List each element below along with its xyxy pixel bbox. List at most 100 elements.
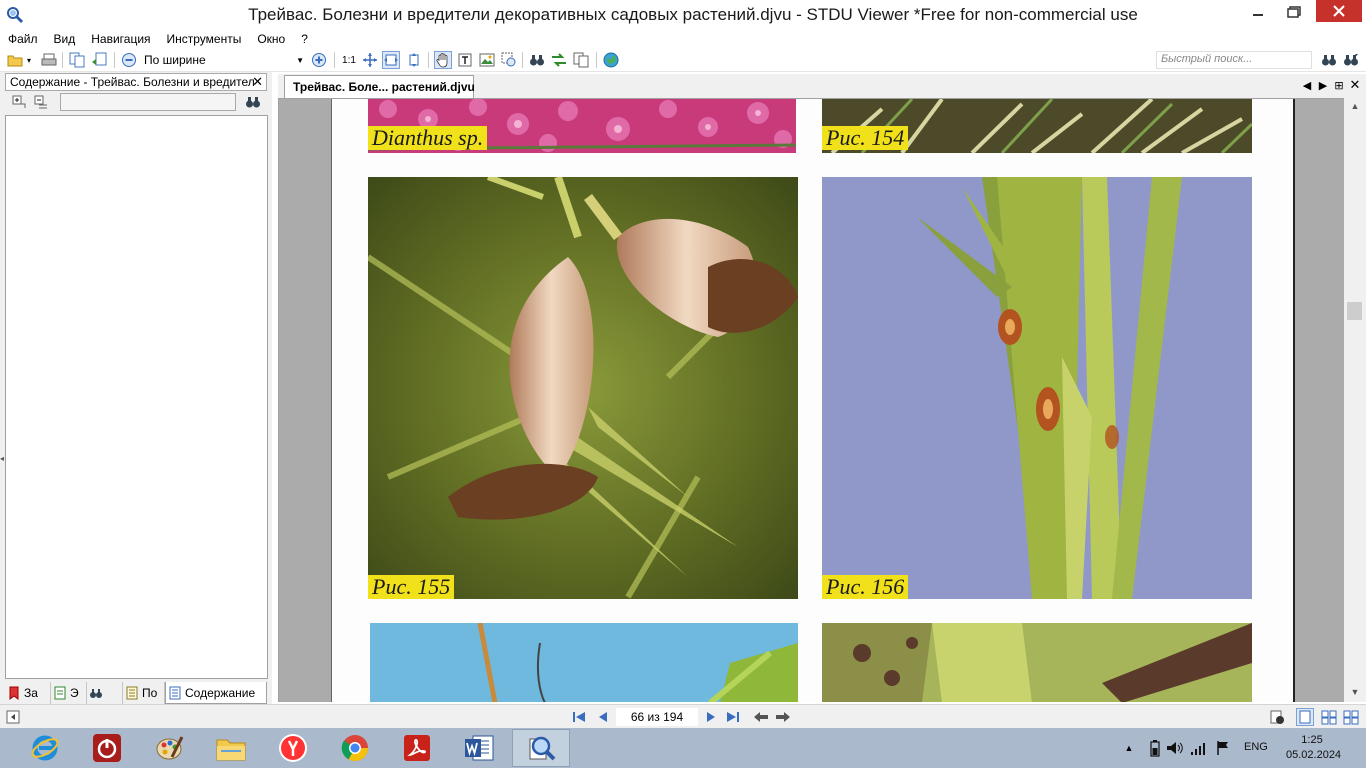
fit-height-icon[interactable]: [405, 51, 423, 69]
menu-window[interactable]: Окно: [249, 32, 293, 46]
tab-thumbnails[interactable]: Э: [51, 682, 87, 704]
two-page-icon[interactable]: [1320, 708, 1338, 726]
bookmark-icon: [7, 686, 21, 700]
network-signal-icon[interactable]: [1190, 739, 1208, 757]
internet-explorer-icon[interactable]: [16, 729, 74, 767]
expand-all-icon[interactable]: [10, 93, 28, 111]
file-explorer-icon[interactable]: [202, 729, 260, 767]
page-number-field[interactable]: 66 из 194: [616, 708, 698, 726]
chevron-down-icon: ▼: [296, 55, 304, 65]
action-center-flag-icon[interactable]: [1214, 739, 1232, 757]
title-bar: Трейвас. Болезни и вредители декоративны…: [0, 0, 1366, 30]
tab-scroll-left-icon[interactable]: ◀: [1300, 78, 1314, 92]
clock[interactable]: 1:25 05.02.2024: [1286, 733, 1342, 763]
previous-page-icon[interactable]: [594, 708, 612, 726]
contents-tree[interactable]: [5, 115, 268, 679]
close-icon[interactable]: ✕: [252, 74, 263, 90]
word-icon[interactable]: [450, 729, 508, 767]
scroll-down-icon[interactable]: ▼: [1347, 684, 1363, 700]
document-tab[interactable]: Трейвас. Боле... растений.djvu: [284, 75, 475, 99]
fit-page-icon[interactable]: [361, 51, 379, 69]
zoom-in-icon[interactable]: [310, 51, 328, 69]
power-icon[interactable]: [78, 729, 136, 767]
scroll-thumb[interactable]: [1347, 302, 1362, 320]
close-tab-icon[interactable]: ✕: [1348, 77, 1362, 92]
left-panel-tabs: За Э По Содержание: [5, 682, 267, 704]
find-next-icon[interactable]: [550, 51, 568, 69]
facing-pages-icon[interactable]: [1342, 708, 1360, 726]
tab-scroll-right-icon[interactable]: ▶: [1316, 78, 1330, 92]
zoom-select-value: По ширине: [144, 53, 206, 67]
search-icon[interactable]: [1320, 51, 1338, 69]
tab-pages[interactable]: По: [123, 682, 165, 704]
tab-bookmarks[interactable]: За: [5, 682, 51, 704]
back-icon[interactable]: [752, 708, 770, 726]
document-tab-strip: Трейвас. Боле... растений.djvu ◀ ▶ ⊞ ✕: [278, 74, 1366, 99]
tab-list-icon[interactable]: ⊞: [1332, 78, 1346, 92]
volume-icon[interactable]: [1166, 739, 1184, 757]
select-text-icon[interactable]: [456, 51, 474, 69]
collapse-all-icon[interactable]: [32, 93, 50, 111]
document-view[interactable]: Dianthus sp. Рис. 154 Рис. 155 Рис. 156: [278, 98, 1344, 702]
pdf-reader-icon[interactable]: [388, 729, 446, 767]
minimize-button[interactable]: [1240, 0, 1276, 24]
first-page-icon[interactable]: [570, 708, 588, 726]
battery-icon[interactable]: [1146, 739, 1164, 757]
menu-tools[interactable]: Инструменты: [159, 32, 250, 46]
actual-size-button[interactable]: 1:1: [339, 51, 359, 69]
contents-panel-title: Содержание - Трейвас. Болезни и вредител: [10, 75, 255, 89]
find-icon[interactable]: [528, 51, 546, 69]
quick-search-input[interactable]: Быстрый поиск...: [1156, 51, 1312, 69]
contents-search-input[interactable]: [60, 93, 236, 111]
copy-icon[interactable]: [572, 51, 590, 69]
export-page-icon[interactable]: [90, 51, 108, 69]
vertical-scrollbar[interactable]: ▲ ▼: [1344, 98, 1366, 702]
contents-icon: [168, 686, 182, 700]
yandex-browser-icon[interactable]: [264, 729, 322, 767]
menu-help[interactable]: ?: [293, 32, 316, 46]
continuous-mode-icon[interactable]: [1268, 708, 1286, 726]
copy-page-icon[interactable]: [68, 51, 86, 69]
fit-width-icon[interactable]: [382, 51, 400, 69]
search-options-icon[interactable]: [1342, 51, 1360, 69]
zoom-select[interactable]: По ширине ▼: [140, 51, 306, 69]
open-dropdown-icon[interactable]: ▾: [24, 51, 34, 69]
photo-fig-155: Рис. 155: [368, 177, 798, 599]
zoom-area-icon[interactable]: [500, 51, 518, 69]
left-panel: Содержание - Трейвас. Болезни и вредител…: [0, 72, 272, 704]
menu-navigation[interactable]: Навигация: [83, 32, 158, 46]
photo-fig-156: Рис. 156: [822, 177, 1252, 599]
tray-expand-icon[interactable]: ▲: [1120, 739, 1138, 757]
stdu-viewer-taskbar-icon[interactable]: [512, 729, 570, 767]
next-page-icon[interactable]: [702, 708, 720, 726]
input-language[interactable]: ENG: [1244, 741, 1268, 753]
menu-file[interactable]: Файл: [0, 32, 46, 46]
tab-contents[interactable]: Содержание: [165, 682, 267, 704]
close-button[interactable]: [1316, 0, 1362, 22]
clock-time: 1:25: [1301, 734, 1323, 746]
chrome-icon[interactable]: [326, 729, 384, 767]
globe-icon[interactable]: [602, 51, 620, 69]
contents-panel-header: Содержание - Трейвас. Болезни и вредител…: [5, 73, 267, 91]
tab-search-results[interactable]: [87, 682, 123, 704]
panel-collapse-arrow-icon[interactable]: ◂: [0, 454, 4, 463]
select-image-icon[interactable]: [478, 51, 496, 69]
last-page-icon[interactable]: [724, 708, 742, 726]
photo-fig-154: Рис. 154: [822, 99, 1252, 153]
paint-icon[interactable]: [140, 729, 198, 767]
clock-date: 05.02.2024: [1286, 749, 1342, 761]
zoom-out-icon[interactable]: [120, 51, 138, 69]
taskbar: ▲ ENG 1:25 05.02.2024: [0, 728, 1366, 768]
menu-view[interactable]: Вид: [46, 32, 84, 46]
print-icon[interactable]: [40, 51, 58, 69]
maximize-button[interactable]: [1276, 0, 1312, 24]
forward-icon[interactable]: [774, 708, 792, 726]
toggle-panel-icon[interactable]: [4, 708, 22, 726]
hand-tool-icon[interactable]: [434, 51, 452, 69]
window-title: Трейвас. Болезни и вредители декоративны…: [248, 5, 1138, 24]
single-page-icon[interactable]: [1296, 708, 1314, 726]
contents-find-icon[interactable]: [244, 93, 262, 111]
open-folder-icon[interactable]: [6, 51, 24, 69]
figure-caption: Рис. 155: [368, 575, 455, 599]
scroll-up-icon[interactable]: ▲: [1347, 98, 1363, 114]
